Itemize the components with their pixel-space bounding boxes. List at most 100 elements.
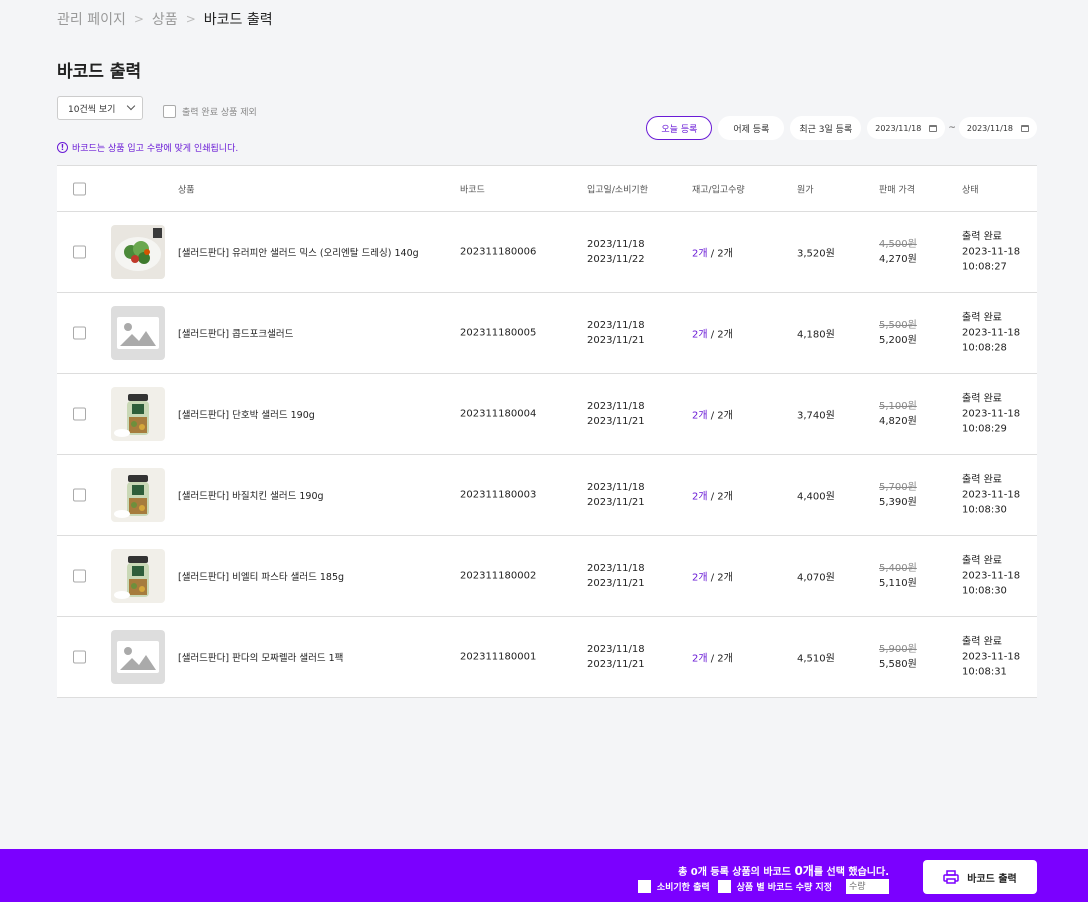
print-options: 소비기한 출력 상품 별 바코드 수량 지정 — [637, 879, 889, 894]
date-to-field[interactable]: 2023/11/18 — [958, 117, 1037, 139]
incoming-qty: / 2개 — [710, 491, 733, 503]
sale-price: 5,580원 — [879, 659, 917, 670]
table-row: [샐러드판다] 판다의 모짜렐라 샐러드 1팩 202311180001 2023/… — [57, 617, 1037, 698]
barcode-value: 202311180002 — [460, 570, 537, 582]
calendar-icon — [1021, 124, 1029, 132]
stock-link[interactable]: 2개 — [692, 654, 708, 665]
filter-today-button[interactable]: 오늘 등록 — [646, 116, 713, 140]
status-time: 10:08:31 — [962, 666, 1007, 678]
status-date: 2023-11-18 — [962, 570, 1021, 582]
row-checkbox[interactable] — [73, 245, 86, 259]
stock-link[interactable]: 2개 — [692, 249, 708, 260]
status-time: 10:08:27 — [962, 261, 1007, 273]
price-cell: 4,500원 4,270원 — [879, 237, 917, 267]
dates-cell: 2023/11/18 2023/11/21 — [587, 318, 645, 348]
per-page-select[interactable]: 10건씩 보기 — [57, 96, 143, 120]
product-name[interactable]: [샐러드판다] 바질치킨 샐러드 190g — [178, 488, 324, 502]
row-checkbox[interactable] — [73, 569, 86, 583]
incoming-qty: / 2개 — [710, 329, 733, 341]
barcode-value: 202311180003 — [460, 489, 537, 501]
product-image — [111, 549, 165, 603]
summary-pre: 총 0개 등록 상품의 바코드 — [678, 867, 795, 878]
summary-post: 를 선택 했습니다. — [813, 867, 889, 878]
print-barcode-label: 바코드 출력 — [967, 873, 1017, 885]
barcode-notice: ! 바코드는 상품 입고 수량에 맞게 인쇄됩니다. — [57, 141, 238, 154]
row-checkbox[interactable] — [73, 650, 86, 664]
product-name[interactable]: [샐러드판다] 비엘티 파스타 샐러드 185g — [178, 569, 344, 583]
page-title: 바코드 출력 — [57, 62, 142, 82]
filter-yesterday-button[interactable]: 어제 등록 — [718, 116, 785, 140]
stock-link[interactable]: 2개 — [692, 573, 708, 584]
date-from-field[interactable]: 2023/11/18 — [867, 117, 946, 139]
row-checkbox[interactable] — [73, 488, 86, 502]
original-price: 5,700원 — [879, 482, 917, 493]
row-checkbox[interactable] — [73, 326, 86, 340]
dates-cell: 2023/11/18 2023/11/21 — [587, 642, 645, 672]
stock-cell: 2개 / 2개 — [692, 245, 733, 260]
product-name[interactable]: [샐러드판다] 단호박 샐러드 190g — [178, 407, 315, 421]
qty-override-label: 상품 별 바코드 수량 지정 — [736, 883, 832, 893]
original-price: 4,500원 — [879, 239, 917, 250]
stock-link[interactable]: 2개 — [692, 411, 708, 422]
image-placeholder-icon — [111, 630, 165, 684]
expiry-print-checkbox[interactable] — [637, 880, 651, 893]
exp-date: 2023/11/21 — [587, 416, 645, 427]
qty-input[interactable] — [846, 879, 889, 894]
stock-link[interactable]: 2개 — [692, 330, 708, 341]
calendar-icon — [929, 124, 938, 132]
breadcrumb-products[interactable]: 상품 — [152, 9, 178, 29]
original-price: 5,400원 — [879, 563, 917, 574]
exclude-printed-toggle[interactable]: 출력 완료 상품 제외 — [163, 105, 257, 118]
cost-value: 4,400원 — [797, 491, 835, 503]
cost-value: 3,520원 — [797, 248, 835, 260]
date-filters: 오늘 등록 어제 등록 최근 3일 등록 2023/11/18 ~ 2023/1… — [646, 116, 1037, 140]
status-date: 2023-11-18 — [962, 408, 1021, 420]
breadcrumb-admin[interactable]: 관리 페이지 — [57, 9, 126, 29]
status-time: 10:08:30 — [962, 504, 1007, 516]
price-cell: 5,100원 4,820원 — [879, 399, 917, 429]
product-name[interactable]: [샐러드판다] 판다의 모짜렐라 샐러드 1팩 — [178, 650, 343, 664]
chevron-down-icon — [126, 101, 136, 111]
table-header: 상품 바코드 입고일/소비기한 재고/입고수량 원가 판매 가격 상태 — [57, 166, 1037, 212]
exp-date: 2023/11/22 — [587, 254, 645, 265]
sale-price: 4,820원 — [879, 416, 917, 427]
status-label: 출력 완료 — [962, 555, 1002, 567]
product-name[interactable]: [샐러드판다] 콥드포크샐러드 — [178, 326, 293, 340]
stock-link[interactable]: 2개 — [692, 492, 708, 503]
status-label: 출력 완료 — [962, 312, 1002, 324]
printer-icon — [943, 870, 959, 884]
dates-cell: 2023/11/18 2023/11/22 — [587, 237, 645, 267]
image-placeholder-icon — [111, 306, 165, 360]
barcode-table: 상품 바코드 입고일/소비기한 재고/입고수량 원가 판매 가격 상태 [샐러드… — [57, 165, 1037, 698]
product-name[interactable]: [샐러드판다] 유러피안 샐러드 믹스 (오리엔탈 드레싱) 140g — [178, 245, 419, 259]
per-page-value: 10건씩 보기 — [68, 104, 116, 115]
status-cell: 출력 완료 2023-11-18 10:08:30 — [962, 554, 1020, 599]
select-all-checkbox[interactable] — [73, 182, 86, 195]
incoming-qty: / 2개 — [710, 248, 733, 260]
status-time: 10:08:29 — [962, 423, 1007, 435]
status-date: 2023-11-18 — [962, 489, 1021, 501]
dates-cell: 2023/11/18 2023/11/21 — [587, 399, 645, 429]
summary-count: 0개 — [794, 864, 814, 878]
exclude-printed-checkbox[interactable] — [163, 105, 176, 118]
chevron-right-icon: > — [185, 12, 196, 26]
incoming-qty: / 2개 — [710, 410, 733, 422]
status-date: 2023-11-18 — [962, 327, 1021, 339]
print-barcode-button[interactable]: 바코드 출력 — [923, 860, 1037, 894]
col-barcode: 바코드 — [460, 185, 485, 195]
filter-last3-button[interactable]: 최근 3일 등록 — [790, 116, 862, 140]
row-checkbox[interactable] — [73, 407, 86, 421]
info-icon: ! — [57, 142, 68, 153]
exp-date: 2023/11/21 — [587, 497, 645, 508]
stock-cell: 2개 / 2개 — [692, 569, 733, 584]
qty-override-checkbox[interactable] — [717, 880, 731, 893]
stock-cell: 2개 / 2개 — [692, 326, 733, 341]
col-price: 판매 가격 — [879, 185, 915, 195]
barcode-value: 202311180004 — [460, 408, 537, 420]
status-cell: 출력 완료 2023-11-18 10:08:27 — [962, 230, 1020, 275]
status-cell: 출력 완료 2023-11-18 10:08:29 — [962, 392, 1020, 437]
col-dates: 입고일/소비기한 — [587, 185, 648, 195]
price-cell: 5,400원 5,110원 — [879, 561, 917, 591]
chevron-right-icon: > — [133, 12, 144, 26]
cost-value: 4,510원 — [797, 653, 835, 665]
